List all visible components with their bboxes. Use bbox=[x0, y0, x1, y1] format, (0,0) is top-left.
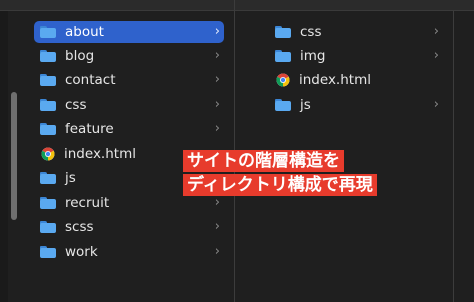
caption-line-1: サイトの階層構造を bbox=[183, 150, 344, 172]
item-label: js bbox=[65, 170, 76, 186]
item-label: css bbox=[300, 24, 322, 40]
item-label: img bbox=[300, 48, 326, 64]
folder-item-blog[interactable]: blog › bbox=[34, 45, 224, 67]
vertical-scrollbar[interactable] bbox=[11, 92, 17, 220]
previous-column-edge bbox=[0, 11, 8, 302]
folder-icon bbox=[40, 26, 56, 38]
folder-icon bbox=[40, 197, 56, 209]
folder-icon bbox=[40, 99, 56, 111]
item-label: index.html bbox=[299, 72, 371, 88]
folder-icon bbox=[40, 172, 56, 184]
folder-item-js[interactable]: js › bbox=[269, 94, 443, 116]
chevron-right-icon: › bbox=[433, 48, 439, 63]
folder-item-css[interactable]: css › bbox=[269, 21, 443, 43]
item-label: blog bbox=[65, 48, 95, 64]
folder-icon bbox=[40, 74, 56, 86]
chevron-right-icon: › bbox=[214, 72, 220, 87]
item-label: feature bbox=[65, 121, 114, 137]
folder-icon bbox=[40, 246, 56, 258]
caption-line-2: ディレクトリ構成で再現 bbox=[183, 174, 377, 196]
chevron-right-icon: › bbox=[214, 48, 220, 63]
folder-icon bbox=[275, 26, 291, 38]
caption-overlay: サイトの階層構造を ディレクトリ構成で再現 bbox=[183, 150, 441, 196]
chevron-right-icon: › bbox=[214, 195, 220, 210]
chevron-right-icon: › bbox=[433, 97, 439, 112]
folder-icon bbox=[275, 99, 291, 111]
item-label: about bbox=[65, 24, 104, 40]
folder-icon bbox=[275, 50, 291, 62]
item-label: index.html bbox=[64, 146, 136, 162]
folder-item-scss[interactable]: scss › bbox=[34, 216, 224, 238]
column-divider bbox=[453, 11, 454, 302]
chevron-right-icon: › bbox=[214, 97, 220, 112]
folder-item-img[interactable]: img › bbox=[269, 45, 443, 67]
chrome-html-icon bbox=[276, 73, 290, 87]
folder-item-feature[interactable]: feature › bbox=[34, 118, 224, 140]
chevron-right-icon: › bbox=[214, 121, 220, 136]
folder-item-about[interactable]: about › bbox=[34, 21, 224, 43]
item-label: css bbox=[65, 97, 87, 113]
folder-item-work[interactable]: work › bbox=[34, 241, 224, 263]
folder-item-contact[interactable]: contact › bbox=[34, 69, 224, 91]
folder-item-css[interactable]: css › bbox=[34, 94, 224, 116]
item-label: js bbox=[300, 97, 311, 113]
chevron-right-icon: › bbox=[214, 244, 220, 259]
folder-icon bbox=[40, 221, 56, 233]
item-label: work bbox=[65, 244, 98, 260]
item-label: contact bbox=[65, 72, 116, 88]
file-item-index-html[interactable]: index.html bbox=[269, 69, 443, 91]
folder-icon bbox=[40, 123, 56, 135]
item-label: scss bbox=[65, 219, 94, 235]
chrome-html-icon bbox=[41, 147, 55, 161]
chevron-right-icon: › bbox=[214, 24, 220, 39]
folder-icon bbox=[40, 50, 56, 62]
chevron-right-icon: › bbox=[433, 24, 439, 39]
chevron-right-icon: › bbox=[214, 219, 220, 234]
item-label: recruit bbox=[65, 195, 110, 211]
